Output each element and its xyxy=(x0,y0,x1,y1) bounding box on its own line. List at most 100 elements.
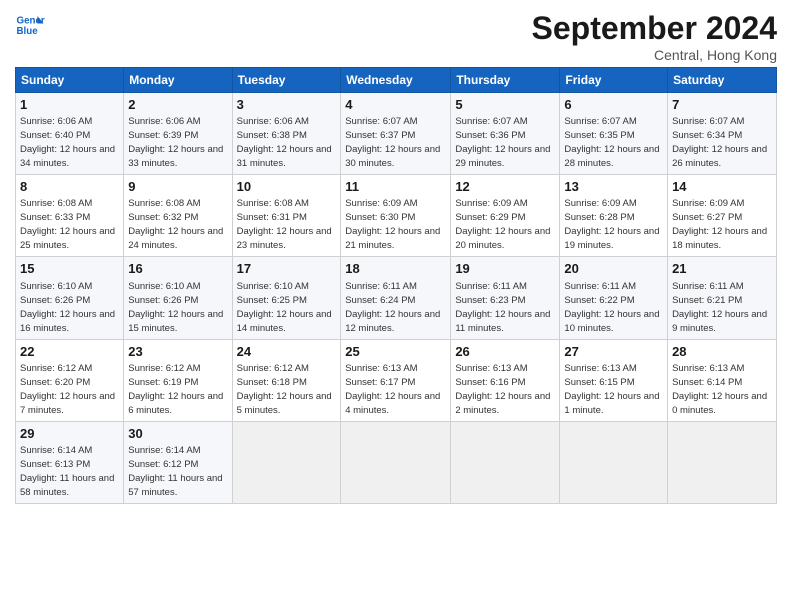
svg-text:Blue: Blue xyxy=(17,26,39,37)
calendar-cell: 20 Sunrise: 6:11 AMSunset: 6:22 PMDaylig… xyxy=(560,257,668,339)
calendar-week-row: 1 Sunrise: 6:06 AMSunset: 6:40 PMDayligh… xyxy=(16,93,777,175)
day-number: 30 xyxy=(128,425,227,443)
calendar-cell xyxy=(451,421,560,503)
title-block: September 2024 Central, Hong Kong xyxy=(532,10,777,63)
day-detail: Sunrise: 6:11 AMSunset: 6:22 PMDaylight:… xyxy=(564,281,659,334)
calendar-cell xyxy=(668,421,777,503)
calendar-cell: 21 Sunrise: 6:11 AMSunset: 6:21 PMDaylig… xyxy=(668,257,777,339)
calendar-cell: 7 Sunrise: 6:07 AMSunset: 6:34 PMDayligh… xyxy=(668,93,777,175)
day-number: 28 xyxy=(672,343,772,361)
day-number: 14 xyxy=(672,178,772,196)
day-number: 8 xyxy=(20,178,119,196)
logo: General Blue xyxy=(15,10,45,40)
col-friday: Friday xyxy=(560,68,668,93)
day-detail: Sunrise: 6:09 AMSunset: 6:30 PMDaylight:… xyxy=(345,198,440,251)
day-number: 13 xyxy=(564,178,663,196)
calendar-cell: 3 Sunrise: 6:06 AMSunset: 6:38 PMDayligh… xyxy=(232,93,341,175)
day-number: 5 xyxy=(455,96,555,114)
day-detail: Sunrise: 6:06 AMSunset: 6:40 PMDaylight:… xyxy=(20,116,115,169)
calendar-week-row: 29 Sunrise: 6:14 AMSunset: 6:13 PMDaylig… xyxy=(16,421,777,503)
day-number: 27 xyxy=(564,343,663,361)
day-detail: Sunrise: 6:13 AMSunset: 6:15 PMDaylight:… xyxy=(564,363,659,416)
calendar-cell: 14 Sunrise: 6:09 AMSunset: 6:27 PMDaylig… xyxy=(668,175,777,257)
calendar-cell: 28 Sunrise: 6:13 AMSunset: 6:14 PMDaylig… xyxy=(668,339,777,421)
day-number: 16 xyxy=(128,260,227,278)
day-number: 15 xyxy=(20,260,119,278)
day-number: 9 xyxy=(128,178,227,196)
calendar-cell: 1 Sunrise: 6:06 AMSunset: 6:40 PMDayligh… xyxy=(16,93,124,175)
day-detail: Sunrise: 6:13 AMSunset: 6:17 PMDaylight:… xyxy=(345,363,440,416)
day-detail: Sunrise: 6:09 AMSunset: 6:29 PMDaylight:… xyxy=(455,198,550,251)
day-detail: Sunrise: 6:13 AMSunset: 6:16 PMDaylight:… xyxy=(455,363,550,416)
calendar-cell: 8 Sunrise: 6:08 AMSunset: 6:33 PMDayligh… xyxy=(16,175,124,257)
calendar-cell: 24 Sunrise: 6:12 AMSunset: 6:18 PMDaylig… xyxy=(232,339,341,421)
calendar-cell xyxy=(341,421,451,503)
day-detail: Sunrise: 6:07 AMSunset: 6:34 PMDaylight:… xyxy=(672,116,767,169)
calendar-cell: 29 Sunrise: 6:14 AMSunset: 6:13 PMDaylig… xyxy=(16,421,124,503)
day-detail: Sunrise: 6:11 AMSunset: 6:24 PMDaylight:… xyxy=(345,281,440,334)
col-thursday: Thursday xyxy=(451,68,560,93)
calendar-cell: 12 Sunrise: 6:09 AMSunset: 6:29 PMDaylig… xyxy=(451,175,560,257)
day-detail: Sunrise: 6:14 AMSunset: 6:12 PMDaylight:… xyxy=(128,445,222,498)
day-number: 12 xyxy=(455,178,555,196)
day-number: 10 xyxy=(237,178,337,196)
day-number: 21 xyxy=(672,260,772,278)
calendar-cell: 11 Sunrise: 6:09 AMSunset: 6:30 PMDaylig… xyxy=(341,175,451,257)
calendar-cell: 18 Sunrise: 6:11 AMSunset: 6:24 PMDaylig… xyxy=(341,257,451,339)
calendar-cell: 4 Sunrise: 6:07 AMSunset: 6:37 PMDayligh… xyxy=(341,93,451,175)
calendar-cell: 22 Sunrise: 6:12 AMSunset: 6:20 PMDaylig… xyxy=(16,339,124,421)
calendar-table: Sunday Monday Tuesday Wednesday Thursday… xyxy=(15,67,777,504)
day-detail: Sunrise: 6:09 AMSunset: 6:27 PMDaylight:… xyxy=(672,198,767,251)
calendar-cell: 25 Sunrise: 6:13 AMSunset: 6:17 PMDaylig… xyxy=(341,339,451,421)
day-number: 6 xyxy=(564,96,663,114)
calendar-cell: 17 Sunrise: 6:10 AMSunset: 6:25 PMDaylig… xyxy=(232,257,341,339)
logo-icon: General Blue xyxy=(15,10,45,40)
calendar-cell: 13 Sunrise: 6:09 AMSunset: 6:28 PMDaylig… xyxy=(560,175,668,257)
day-detail: Sunrise: 6:07 AMSunset: 6:36 PMDaylight:… xyxy=(455,116,550,169)
calendar-cell: 26 Sunrise: 6:13 AMSunset: 6:16 PMDaylig… xyxy=(451,339,560,421)
day-number: 7 xyxy=(672,96,772,114)
day-detail: Sunrise: 6:06 AMSunset: 6:39 PMDaylight:… xyxy=(128,116,223,169)
day-detail: Sunrise: 6:07 AMSunset: 6:35 PMDaylight:… xyxy=(564,116,659,169)
col-tuesday: Tuesday xyxy=(232,68,341,93)
subtitle: Central, Hong Kong xyxy=(532,47,777,63)
calendar-cell: 2 Sunrise: 6:06 AMSunset: 6:39 PMDayligh… xyxy=(124,93,232,175)
calendar-cell: 16 Sunrise: 6:10 AMSunset: 6:26 PMDaylig… xyxy=(124,257,232,339)
day-number: 3 xyxy=(237,96,337,114)
calendar-cell: 5 Sunrise: 6:07 AMSunset: 6:36 PMDayligh… xyxy=(451,93,560,175)
day-number: 24 xyxy=(237,343,337,361)
calendar-cell: 9 Sunrise: 6:08 AMSunset: 6:32 PMDayligh… xyxy=(124,175,232,257)
day-number: 18 xyxy=(345,260,446,278)
calendar-cell: 15 Sunrise: 6:10 AMSunset: 6:26 PMDaylig… xyxy=(16,257,124,339)
day-number: 29 xyxy=(20,425,119,443)
day-number: 4 xyxy=(345,96,446,114)
day-detail: Sunrise: 6:12 AMSunset: 6:20 PMDaylight:… xyxy=(20,363,115,416)
day-detail: Sunrise: 6:14 AMSunset: 6:13 PMDaylight:… xyxy=(20,445,114,498)
day-number: 11 xyxy=(345,178,446,196)
calendar-cell: 6 Sunrise: 6:07 AMSunset: 6:35 PMDayligh… xyxy=(560,93,668,175)
day-detail: Sunrise: 6:11 AMSunset: 6:23 PMDaylight:… xyxy=(455,281,550,334)
month-title: September 2024 xyxy=(532,10,777,47)
day-detail: Sunrise: 6:07 AMSunset: 6:37 PMDaylight:… xyxy=(345,116,440,169)
day-detail: Sunrise: 6:08 AMSunset: 6:32 PMDaylight:… xyxy=(128,198,223,251)
day-detail: Sunrise: 6:08 AMSunset: 6:33 PMDaylight:… xyxy=(20,198,115,251)
calendar-week-row: 22 Sunrise: 6:12 AMSunset: 6:20 PMDaylig… xyxy=(16,339,777,421)
col-saturday: Saturday xyxy=(668,68,777,93)
day-number: 17 xyxy=(237,260,337,278)
day-detail: Sunrise: 6:09 AMSunset: 6:28 PMDaylight:… xyxy=(564,198,659,251)
day-detail: Sunrise: 6:10 AMSunset: 6:26 PMDaylight:… xyxy=(128,281,223,334)
day-detail: Sunrise: 6:06 AMSunset: 6:38 PMDaylight:… xyxy=(237,116,332,169)
calendar-cell: 30 Sunrise: 6:14 AMSunset: 6:12 PMDaylig… xyxy=(124,421,232,503)
day-detail: Sunrise: 6:12 AMSunset: 6:19 PMDaylight:… xyxy=(128,363,223,416)
day-number: 22 xyxy=(20,343,119,361)
day-detail: Sunrise: 6:11 AMSunset: 6:21 PMDaylight:… xyxy=(672,281,767,334)
day-detail: Sunrise: 6:08 AMSunset: 6:31 PMDaylight:… xyxy=(237,198,332,251)
day-number: 26 xyxy=(455,343,555,361)
calendar-cell: 19 Sunrise: 6:11 AMSunset: 6:23 PMDaylig… xyxy=(451,257,560,339)
day-detail: Sunrise: 6:13 AMSunset: 6:14 PMDaylight:… xyxy=(672,363,767,416)
calendar-week-row: 15 Sunrise: 6:10 AMSunset: 6:26 PMDaylig… xyxy=(16,257,777,339)
day-number: 1 xyxy=(20,96,119,114)
day-number: 23 xyxy=(128,343,227,361)
day-number: 25 xyxy=(345,343,446,361)
calendar-cell xyxy=(232,421,341,503)
